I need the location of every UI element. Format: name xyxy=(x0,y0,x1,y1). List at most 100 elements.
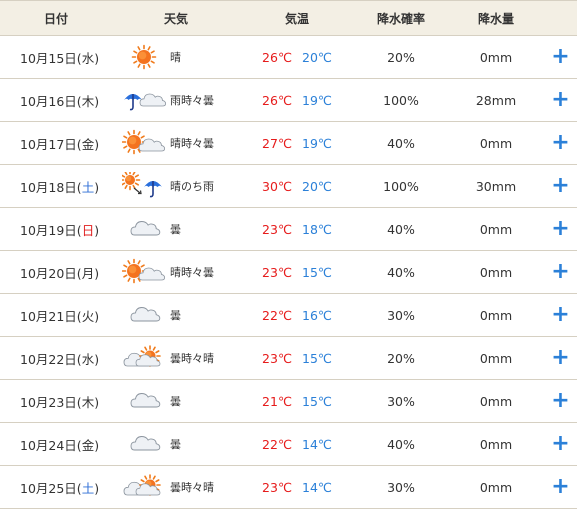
precip-amount-cell: 0mm xyxy=(448,379,544,423)
weather-label: 曇 xyxy=(170,438,181,451)
table-row: 10月16日(木) 雨時々曇 26℃ 19℃ 100% 28mm + xyxy=(0,78,577,122)
weather-label: 晴時々曇 xyxy=(170,137,214,150)
expand-plus-icon[interactable]: + xyxy=(551,44,569,69)
weather-cell: 晴時々曇 xyxy=(112,250,240,294)
cloud-sun-weather-icon xyxy=(122,473,166,501)
temperature-cell: 27℃ 19℃ xyxy=(240,121,354,165)
date-cell: 10月19日(日) xyxy=(0,207,112,251)
header-date: 日付 xyxy=(0,0,112,36)
weather-label: 雨時々曇 xyxy=(170,94,214,107)
low-temp: 16℃ xyxy=(302,307,332,323)
day-of-week: 火 xyxy=(81,308,95,324)
precip-probability-cell: 40% xyxy=(354,250,448,294)
expand-plus-icon[interactable]: + xyxy=(551,130,569,155)
sun-then-rain-weather-icon xyxy=(119,169,166,200)
date-cell: 10月23日(木) xyxy=(0,379,112,423)
expand-cell: + xyxy=(544,164,577,208)
day-of-week: 木 xyxy=(81,394,95,410)
date-prefix: 10月16日( xyxy=(20,93,82,109)
table-row: 10月18日(土) 晴のち雨 30℃ 20℃ 100% 30mm + xyxy=(0,164,577,208)
weather-cell: 晴 xyxy=(112,35,240,79)
expand-plus-icon[interactable]: + xyxy=(551,216,569,241)
expand-plus-icon[interactable]: + xyxy=(551,431,569,456)
date-cell: 10月16日(木) xyxy=(0,78,112,122)
precip-probability-cell: 30% xyxy=(354,293,448,337)
table-row: 10月24日(金) 曇 22℃ 14℃ 40% 0mm + xyxy=(0,422,577,466)
expand-cell: + xyxy=(544,336,577,380)
header-precip-amount: 降水量 xyxy=(448,0,544,36)
expand-plus-icon[interactable]: + xyxy=(551,388,569,413)
date-suffix: ) xyxy=(94,136,100,152)
temperature-cell: 22℃ 14℃ xyxy=(240,422,354,466)
precip-amount-cell: 0mm xyxy=(448,250,544,294)
weather-cell: 雨時々曇 xyxy=(112,78,240,122)
high-temp: 27℃ xyxy=(262,135,292,151)
table-row: 10月25日(土) 曇時々晴 23℃ 14℃ 30% 0mm + xyxy=(0,465,577,509)
low-temp: 20℃ xyxy=(302,49,332,65)
date-prefix: 10月25日( xyxy=(20,480,82,496)
precip-probability-cell: 100% xyxy=(354,164,448,208)
header-precip-probability: 降水確率 xyxy=(354,0,448,36)
date-cell: 10月24日(金) xyxy=(0,422,112,466)
cloudy-weather-icon xyxy=(122,215,166,243)
precip-amount-cell: 0mm xyxy=(448,422,544,466)
date-suffix: ) xyxy=(94,265,100,281)
day-of-week: 月 xyxy=(81,265,95,281)
day-of-week: 日 xyxy=(81,222,95,238)
expand-plus-icon[interactable]: + xyxy=(551,345,569,370)
precip-probability-cell: 40% xyxy=(354,121,448,165)
cloudy-weather-icon xyxy=(122,301,166,329)
temperature-cell: 26℃ 19℃ xyxy=(240,78,354,122)
table-row: 10月19日(日) 曇 23℃ 18℃ 40% 0mm + xyxy=(0,207,577,251)
expand-cell: + xyxy=(544,35,577,79)
expand-cell: + xyxy=(544,121,577,165)
temperature-cell: 23℃ 15℃ xyxy=(240,250,354,294)
day-of-week: 金 xyxy=(81,437,95,453)
expand-plus-icon[interactable]: + xyxy=(551,173,569,198)
high-temp: 21℃ xyxy=(262,393,292,409)
table-row: 10月23日(木) 曇 21℃ 15℃ 30% 0mm + xyxy=(0,379,577,423)
date-prefix: 10月20日( xyxy=(20,265,82,281)
expand-cell: + xyxy=(544,250,577,294)
weather-label: 曇 xyxy=(170,309,181,322)
expand-plus-icon[interactable]: + xyxy=(551,87,569,112)
table-row: 10月17日(金) 晴時々曇 27℃ 19℃ 40% 0mm + xyxy=(0,121,577,165)
precip-probability-cell: 40% xyxy=(354,207,448,251)
date-cell: 10月18日(土) xyxy=(0,164,112,208)
weather-cell: 晴時々曇 xyxy=(112,121,240,165)
precip-probability-cell: 100% xyxy=(354,78,448,122)
header-expand xyxy=(544,0,577,36)
date-suffix: ) xyxy=(94,394,100,410)
expand-cell: + xyxy=(544,422,577,466)
weather-label: 晴のち雨 xyxy=(170,180,214,193)
temperature-cell: 26℃ 20℃ xyxy=(240,35,354,79)
date-suffix: ) xyxy=(94,50,100,66)
expand-plus-icon[interactable]: + xyxy=(551,302,569,327)
day-of-week: 土 xyxy=(81,480,95,496)
expand-plus-icon[interactable]: + xyxy=(551,259,569,284)
day-of-week: 水 xyxy=(81,351,95,367)
weather-label: 曇時々晴 xyxy=(170,481,214,494)
high-temp: 23℃ xyxy=(262,221,292,237)
date-cell: 10月25日(土) xyxy=(0,465,112,509)
precip-probability-cell: 30% xyxy=(354,465,448,509)
high-temp: 22℃ xyxy=(262,307,292,323)
precip-probability-cell: 20% xyxy=(354,35,448,79)
weather-cell: 晴のち雨 xyxy=(112,164,240,208)
low-temp: 15℃ xyxy=(302,264,332,280)
low-temp: 19℃ xyxy=(302,135,332,151)
date-suffix: ) xyxy=(94,480,100,496)
high-temp: 23℃ xyxy=(262,264,292,280)
weather-cell: 曇時々晴 xyxy=(112,336,240,380)
expand-cell: + xyxy=(544,465,577,509)
precip-amount-cell: 30mm xyxy=(448,164,544,208)
expand-plus-icon[interactable]: + xyxy=(551,474,569,499)
low-temp: 19℃ xyxy=(302,92,332,108)
day-of-week: 木 xyxy=(81,93,95,109)
date-prefix: 10月21日( xyxy=(20,308,82,324)
weather-cell: 曇 xyxy=(112,422,240,466)
expand-cell: + xyxy=(544,379,577,423)
low-temp: 18℃ xyxy=(302,221,332,237)
high-temp: 26℃ xyxy=(262,49,292,65)
sun-cloud-weather-icon xyxy=(121,129,166,157)
